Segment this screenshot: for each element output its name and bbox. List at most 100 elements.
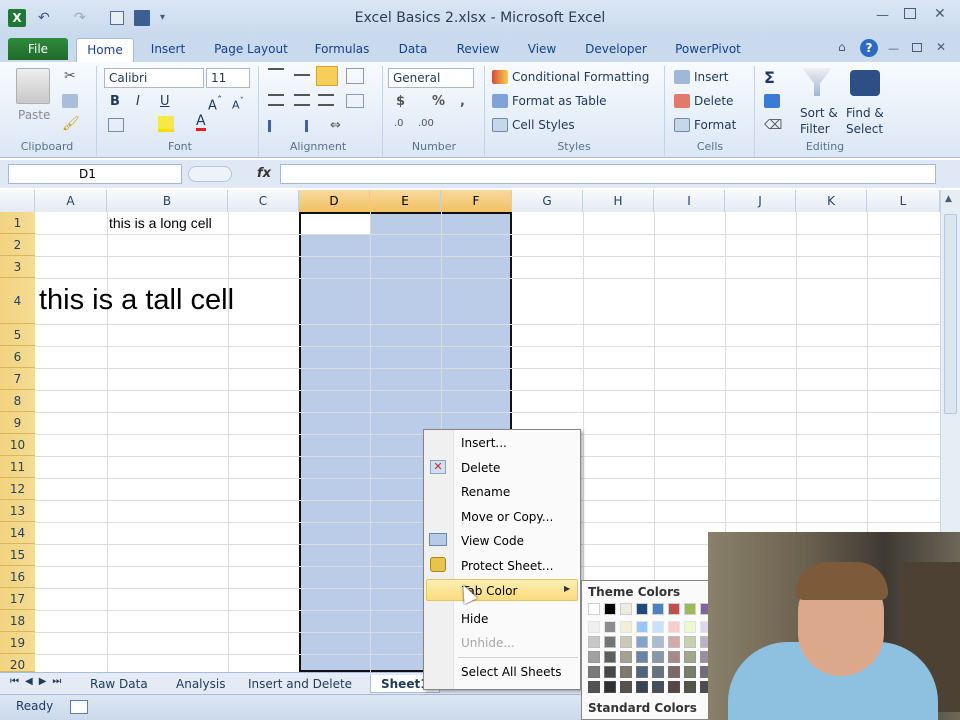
find-select-label-1[interactable]: Find &: [846, 106, 884, 120]
find-select-label-2[interactable]: Select: [846, 122, 883, 136]
tab-page-layout[interactable]: Page Layout: [208, 38, 294, 62]
workbook-restore-icon[interactable]: [912, 43, 922, 52]
wrap-text-icon[interactable]: [346, 94, 364, 108]
delete-cells-button[interactable]: Delete: [694, 94, 733, 108]
row-header[interactable]: 16: [0, 566, 35, 588]
format-cells-button[interactable]: Format: [694, 118, 736, 132]
insert-cells-button[interactable]: Insert: [694, 70, 728, 84]
tab-formulas[interactable]: Formulas: [308, 38, 376, 62]
fill-icon[interactable]: [764, 94, 780, 108]
macro-record-icon[interactable]: [70, 700, 88, 714]
comma-icon[interactable]: ,: [460, 94, 465, 109]
row-header[interactable]: 15: [0, 544, 35, 566]
color-swatch[interactable]: [668, 666, 680, 678]
sheet-nav-icon[interactable]: ⏮◀▶⏭: [10, 676, 67, 687]
find-select-icon[interactable]: [850, 70, 880, 96]
help-icon[interactable]: ?: [860, 39, 878, 57]
insert-function-icon[interactable]: fx: [250, 164, 278, 184]
copy-icon[interactable]: [62, 94, 78, 108]
font-size-combo[interactable]: 11: [206, 68, 250, 88]
color-swatch[interactable]: [588, 636, 600, 648]
color-swatch[interactable]: [636, 666, 648, 678]
color-swatch[interactable]: [620, 681, 632, 693]
autosum-icon[interactable]: Σ: [764, 68, 775, 87]
underline-icon[interactable]: U: [160, 94, 170, 109]
column-header[interactable]: H: [583, 190, 654, 212]
column-header[interactable]: C: [228, 190, 299, 212]
column-header[interactable]: A: [35, 190, 107, 212]
align-left-icon[interactable]: [268, 94, 284, 106]
column-header[interactable]: L: [867, 190, 940, 212]
row-header[interactable]: 10: [0, 434, 35, 456]
tab-view[interactable]: View: [520, 38, 564, 62]
color-swatch[interactable]: [652, 621, 664, 633]
column-header-selected[interactable]: D: [299, 190, 370, 212]
color-swatch[interactable]: [684, 666, 696, 678]
menu-item-select-all-sheets[interactable]: Select All Sheets: [426, 661, 578, 683]
grow-font-icon[interactable]: Aˆ: [208, 94, 222, 113]
menu-item-hide[interactable]: Hide: [426, 608, 578, 630]
minimize-icon[interactable]: —: [876, 8, 889, 23]
row-header[interactable]: 6: [0, 346, 35, 368]
column-header[interactable]: G: [512, 190, 583, 212]
row-header[interactable]: 19: [0, 632, 35, 654]
color-swatch[interactable]: [588, 681, 600, 693]
orientation-icon[interactable]: [346, 68, 364, 84]
color-swatch[interactable]: [684, 636, 696, 648]
increase-indent-icon[interactable]: [292, 120, 308, 132]
row-header[interactable]: 3: [0, 256, 35, 278]
paste-button[interactable]: Paste: [18, 108, 50, 122]
menu-item-rename[interactable]: Rename: [426, 481, 578, 503]
cell-styles-button[interactable]: Cell Styles: [512, 118, 575, 132]
color-swatch[interactable]: [620, 621, 632, 633]
cut-icon[interactable]: ✂: [64, 68, 76, 84]
sheet-tab-insert-and-delete[interactable]: Insert and Delete: [238, 675, 362, 693]
row-header[interactable]: 17: [0, 588, 35, 610]
column-header[interactable]: I: [654, 190, 725, 212]
shrink-font-icon[interactable]: Aˇ: [232, 96, 244, 112]
color-swatch[interactable]: [604, 621, 616, 633]
color-swatch[interactable]: [620, 636, 632, 648]
color-swatch[interactable]: [620, 603, 632, 615]
row-header[interactable]: 9: [0, 412, 35, 434]
row-header[interactable]: 2: [0, 234, 35, 256]
increase-decimal-icon[interactable]: .0: [394, 118, 404, 129]
row-header[interactable]: 20: [0, 654, 35, 672]
menu-item-delete[interactable]: Delete: [426, 457, 578, 479]
name-box[interactable]: D1: [8, 164, 182, 184]
percent-icon[interactable]: %: [432, 94, 445, 109]
tab-file[interactable]: File: [8, 38, 68, 60]
tab-home[interactable]: Home: [76, 38, 134, 62]
row-header[interactable]: 18: [0, 610, 35, 632]
color-swatch[interactable]: [604, 651, 616, 663]
color-swatch[interactable]: [604, 666, 616, 678]
cell-b1[interactable]: this is a long cell: [109, 215, 212, 231]
color-swatch[interactable]: [652, 681, 664, 693]
restore-icon[interactable]: [904, 8, 916, 19]
insert-cells-icon[interactable]: [674, 70, 690, 84]
borders-icon[interactable]: [108, 118, 124, 132]
scroll-thumb[interactable]: [944, 214, 957, 414]
row-header[interactable]: 11: [0, 456, 35, 478]
menu-item-insert[interactable]: Insert...: [426, 432, 578, 454]
minimize-ribbon-icon[interactable]: ⌂: [838, 40, 846, 54]
sheet-tab-analysis[interactable]: Analysis: [166, 675, 235, 693]
menu-item-move-or-copy[interactable]: Move or Copy...: [426, 506, 578, 528]
format-cells-icon[interactable]: [674, 118, 690, 132]
clear-icon[interactable]: ⌫: [764, 118, 782, 133]
tab-data[interactable]: Data: [390, 38, 436, 62]
merge-center-icon[interactable]: ⇔: [330, 118, 341, 133]
color-swatch[interactable]: [588, 621, 600, 633]
italic-icon[interactable]: I: [136, 94, 140, 109]
column-header-selected[interactable]: F: [441, 190, 512, 212]
color-swatch[interactable]: [604, 603, 616, 615]
color-swatch[interactable]: [684, 681, 696, 693]
format-as-table-button[interactable]: Format as Table: [512, 94, 607, 108]
formula-input[interactable]: [280, 164, 936, 184]
color-swatch[interactable]: [652, 666, 664, 678]
color-swatch[interactable]: [684, 651, 696, 663]
color-swatch[interactable]: [620, 666, 632, 678]
color-swatch[interactable]: [636, 636, 648, 648]
menu-item-protect-sheet[interactable]: Protect Sheet...: [426, 555, 578, 577]
format-as-table-icon[interactable]: [492, 94, 508, 108]
